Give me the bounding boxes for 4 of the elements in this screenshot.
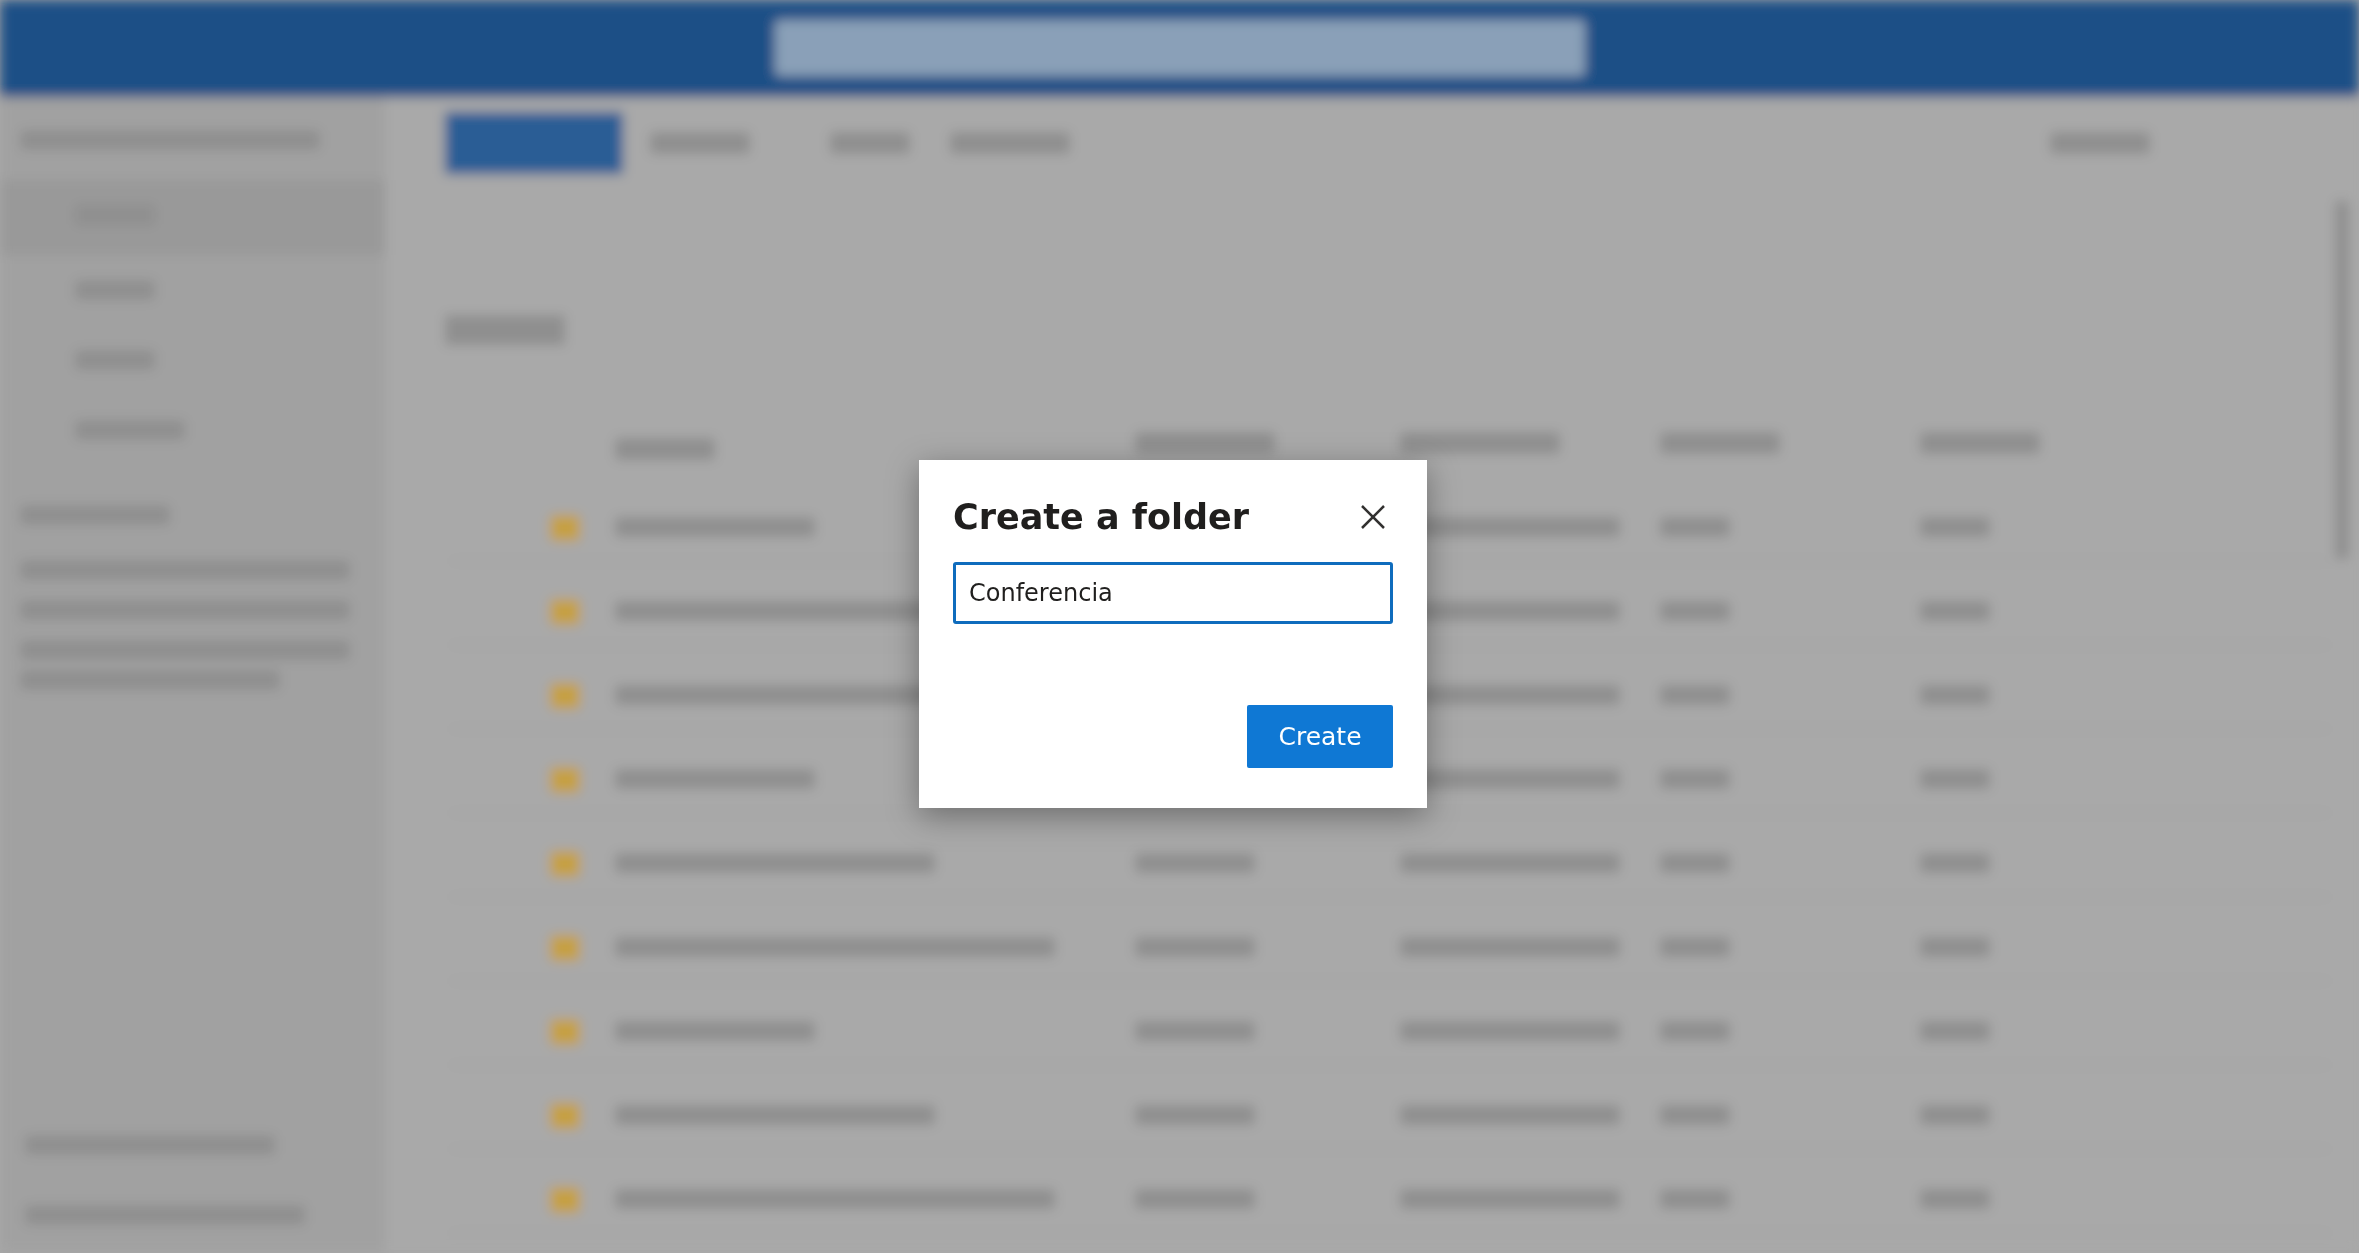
folder-name-field[interactable]: Conferencia	[953, 562, 1393, 624]
dialog-title: Create a folder	[953, 496, 1250, 538]
create-button[interactable]: Create	[1247, 705, 1393, 768]
close-icon	[1360, 504, 1386, 530]
